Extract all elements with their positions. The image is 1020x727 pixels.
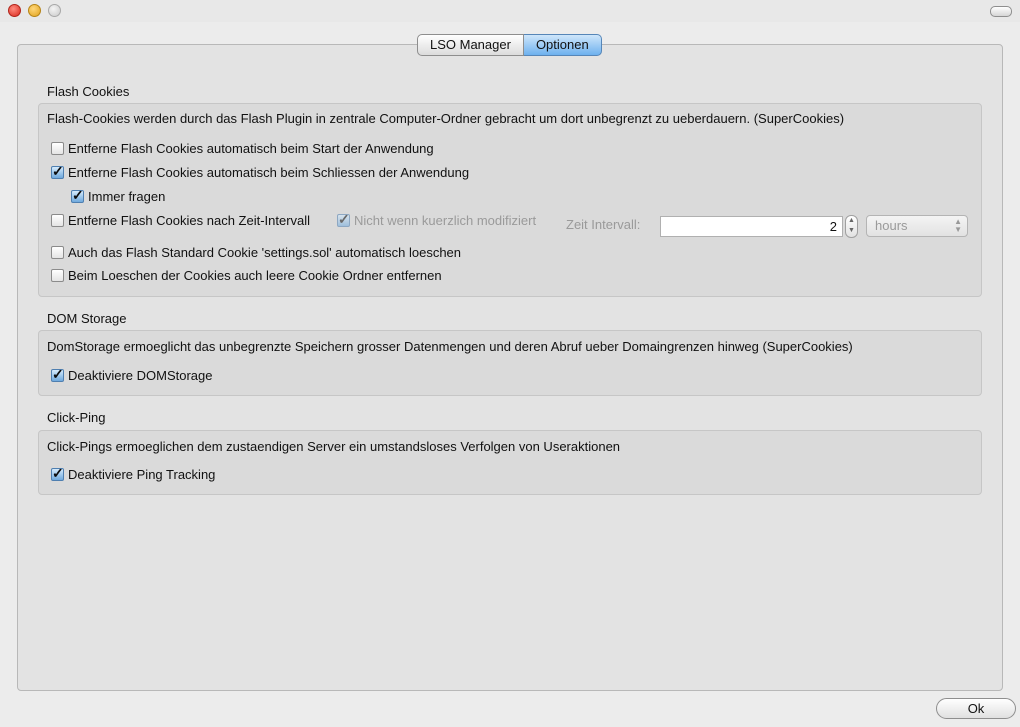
opt-ask-checkbox[interactable] — [71, 187, 84, 204]
window-titlebar — [0, 0, 1020, 22]
tab-optionen[interactable]: Optionen — [523, 34, 602, 56]
interval-stepper[interactable]: ▲ ▼ — [845, 215, 858, 238]
opt-not-recent-label: Nicht wenn kuerzlich modifiziert — [354, 213, 537, 228]
opt-start-checkbox[interactable] — [51, 142, 64, 155]
toolbar-toggle-button[interactable] — [990, 6, 1012, 17]
opt-settings-sol-checkbox[interactable] — [51, 246, 64, 259]
opt-close-row[interactable]: Entferne Flash Cookies automatisch beim … — [51, 163, 469, 180]
dom-disable-label[interactable]: Deaktiviere DOMStorage — [68, 368, 213, 383]
opt-close-label[interactable]: Entferne Flash Cookies automatisch beim … — [68, 165, 469, 180]
dom-storage-description: DomStorage ermoeglicht das unbegrenzte S… — [47, 339, 853, 354]
zoom-window-button[interactable] — [48, 4, 61, 17]
interval-unit-select[interactable]: hours ▲ ▼ — [866, 215, 968, 237]
opt-empty-folders-label[interactable]: Beim Loeschen der Cookies auch leere Coo… — [68, 268, 442, 283]
tab-bar: LSO Manager Optionen — [417, 34, 602, 56]
tab-lso-manager[interactable]: LSO Manager — [417, 34, 524, 56]
opt-interval-row[interactable]: Entferne Flash Cookies nach Zeit-Interva… — [51, 213, 310, 228]
opt-ask-row[interactable]: Immer fragen — [71, 187, 165, 204]
opt-interval-label[interactable]: Entferne Flash Cookies nach Zeit-Interva… — [68, 213, 310, 228]
ping-disable-row[interactable]: Deaktiviere Ping Tracking — [51, 465, 215, 482]
opt-settings-sol-label[interactable]: Auch das Flash Standard Cookie 'settings… — [68, 245, 461, 260]
opt-ask-label[interactable]: Immer fragen — [88, 189, 165, 204]
click-ping-description: Click-Pings ermoeglichen dem zustaendige… — [47, 439, 621, 454]
click-ping-title: Click-Ping — [47, 410, 106, 425]
interval-unit-value: hours — [875, 218, 908, 233]
opt-not-recent-row: Nicht wenn kuerzlich modifiziert — [337, 211, 537, 228]
dom-storage-title: DOM Storage — [47, 311, 127, 326]
opt-interval-checkbox[interactable] — [51, 214, 64, 227]
opt-empty-folders-checkbox[interactable] — [51, 269, 64, 282]
interval-input[interactable]: 2 — [660, 216, 843, 237]
select-arrows-icon: ▲ ▼ — [954, 217, 962, 234]
ok-button[interactable]: Ok — [936, 698, 1016, 719]
interval-label: Zeit Intervall: — [566, 217, 641, 232]
dom-disable-row[interactable]: Deaktiviere DOMStorage — [51, 366, 213, 383]
opt-empty-folders-row[interactable]: Beim Loeschen der Cookies auch leere Coo… — [51, 268, 442, 283]
dom-storage-box: DomStorage ermoeglicht das unbegrenzte S… — [38, 330, 982, 396]
opt-close-checkbox[interactable] — [51, 163, 64, 180]
stepper-up-icon[interactable]: ▲ — [846, 216, 857, 226]
stepper-down-icon[interactable]: ▼ — [846, 226, 857, 236]
opt-settings-sol-row[interactable]: Auch das Flash Standard Cookie 'settings… — [51, 245, 461, 260]
dom-disable-checkbox[interactable] — [51, 366, 64, 383]
opt-not-recent-checkbox — [337, 211, 350, 228]
ping-disable-label[interactable]: Deaktiviere Ping Tracking — [68, 467, 215, 482]
opt-start-label[interactable]: Entferne Flash Cookies automatisch beim … — [68, 141, 434, 156]
flash-cookies-description: Flash-Cookies werden durch das Flash Plu… — [47, 111, 845, 126]
ping-disable-checkbox[interactable] — [51, 465, 64, 482]
opt-start-row[interactable]: Entferne Flash Cookies automatisch beim … — [51, 141, 434, 156]
close-window-button[interactable] — [8, 4, 21, 17]
click-ping-box: Click-Pings ermoeglichen dem zustaendige… — [38, 430, 982, 495]
flash-cookies-title: Flash Cookies — [47, 84, 130, 99]
minimize-window-button[interactable] — [28, 4, 41, 17]
